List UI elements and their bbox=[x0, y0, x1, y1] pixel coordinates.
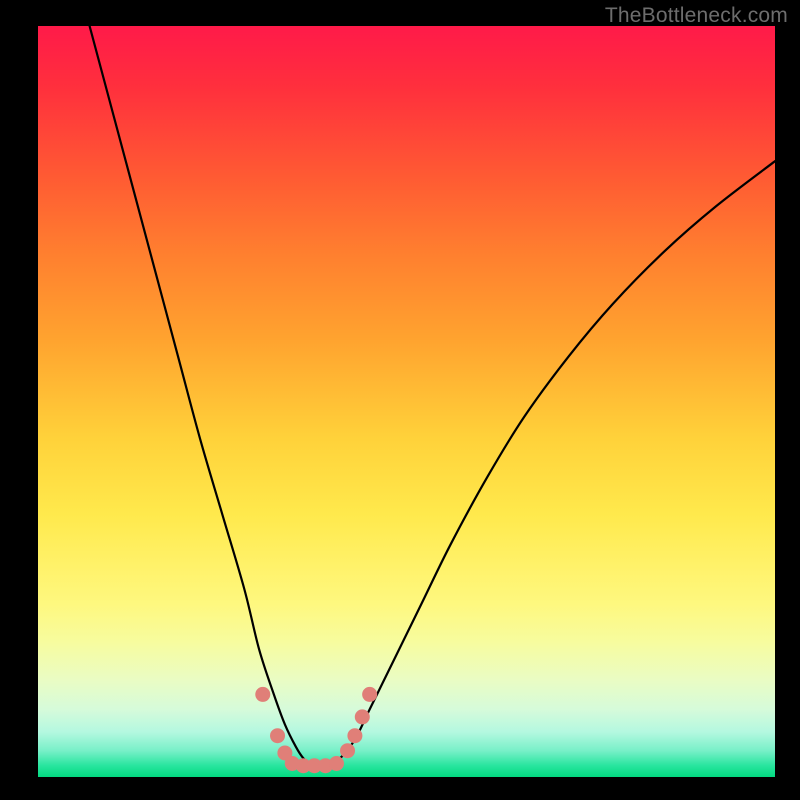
chart-frame: TheBottleneck.com bbox=[0, 0, 800, 800]
valley-dot bbox=[347, 728, 362, 743]
valley-dot bbox=[270, 728, 285, 743]
valley-dot bbox=[340, 743, 355, 758]
valley-dots bbox=[255, 687, 377, 773]
valley-dot bbox=[362, 687, 377, 702]
chart-svg bbox=[38, 26, 775, 777]
plot-area bbox=[38, 26, 775, 777]
valley-dot bbox=[255, 687, 270, 702]
bottleneck-curve bbox=[90, 26, 775, 766]
watermark-text: TheBottleneck.com bbox=[605, 4, 788, 28]
valley-dot bbox=[329, 756, 344, 771]
valley-dot bbox=[355, 709, 370, 724]
